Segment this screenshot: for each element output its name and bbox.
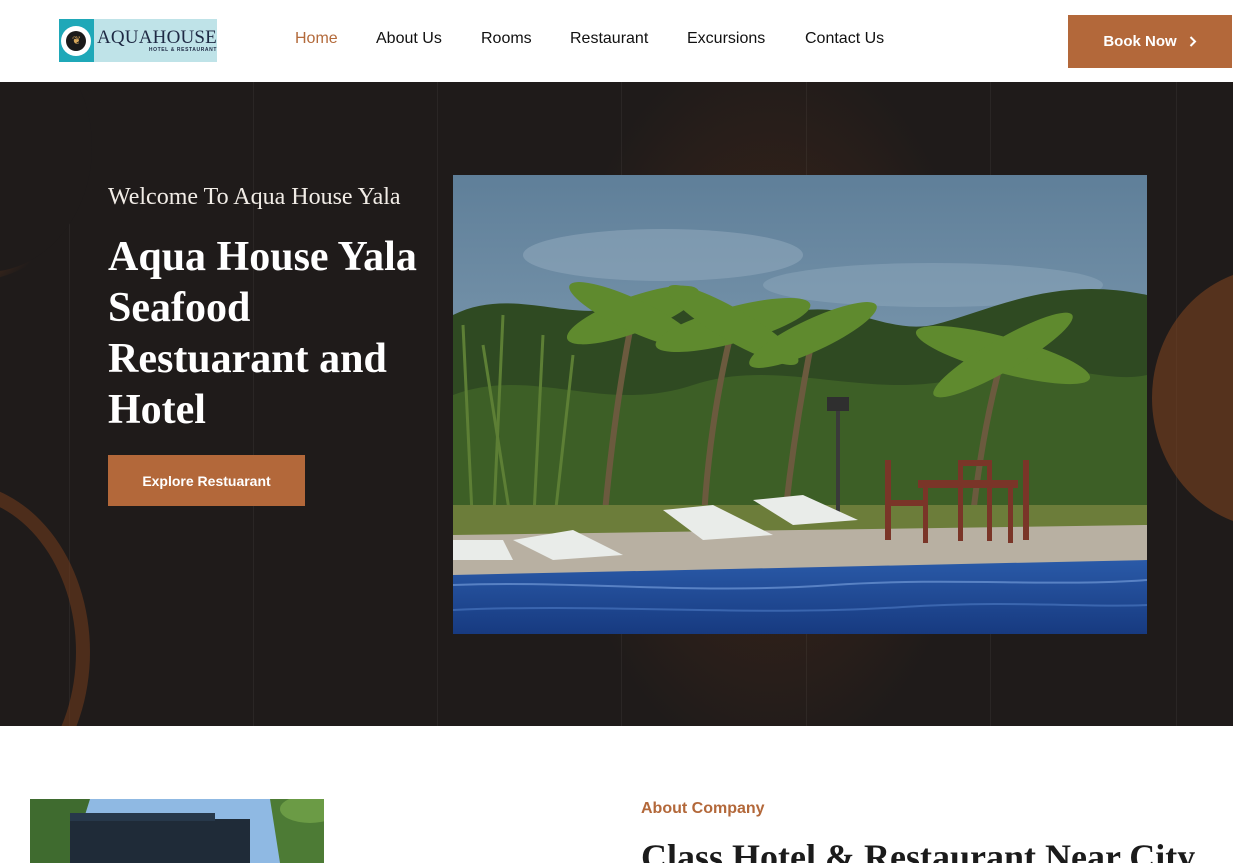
pool-with-palm-trees-photo [453, 175, 1147, 634]
nav-item-about-us[interactable]: About Us [376, 30, 442, 48]
chevron-right-icon [1189, 36, 1197, 47]
decorative-arc [0, 482, 90, 726]
nav-item-excursions[interactable]: Excursions [687, 30, 765, 48]
about-kicker: About Company [641, 800, 765, 817]
logo-emblem-icon: ❦ [59, 19, 94, 62]
about-title: Class Hotel & Restaurant Near City [641, 837, 1196, 863]
nav-item-contact-us[interactable]: Contact Us [805, 30, 884, 48]
nav-item-home[interactable]: Home [295, 30, 338, 48]
nav-item-restaurant[interactable]: Restaurant [570, 30, 648, 48]
hero-section: Welcome To Aqua House Yala Aqua House Ya… [0, 82, 1233, 726]
logo-wordmark: AQUAHOUSE [96, 27, 217, 48]
hero-title: Aqua House Yala Seafood Restuarant and H… [108, 234, 417, 433]
decorative-arc [1152, 268, 1233, 528]
book-now-label: Book Now [1103, 33, 1177, 50]
site-header: ❦ AQUAHOUSE HOTEL & RESTAURANT Home Abou… [0, 0, 1233, 82]
decorative-arc-mask [0, 82, 92, 272]
book-now-button[interactable]: Book Now [1068, 15, 1232, 68]
hero-subtitle: Welcome To Aqua House Yala [108, 184, 401, 210]
site-logo[interactable]: ❦ AQUAHOUSE HOTEL & RESTAURANT [59, 19, 217, 62]
explore-restaurant-button[interactable]: Explore Restuarant [108, 455, 305, 506]
nav-item-rooms[interactable]: Rooms [481, 30, 532, 48]
logo-tagline: HOTEL & RESTAURANT [148, 47, 217, 53]
hotel-exterior-photo [30, 799, 324, 863]
